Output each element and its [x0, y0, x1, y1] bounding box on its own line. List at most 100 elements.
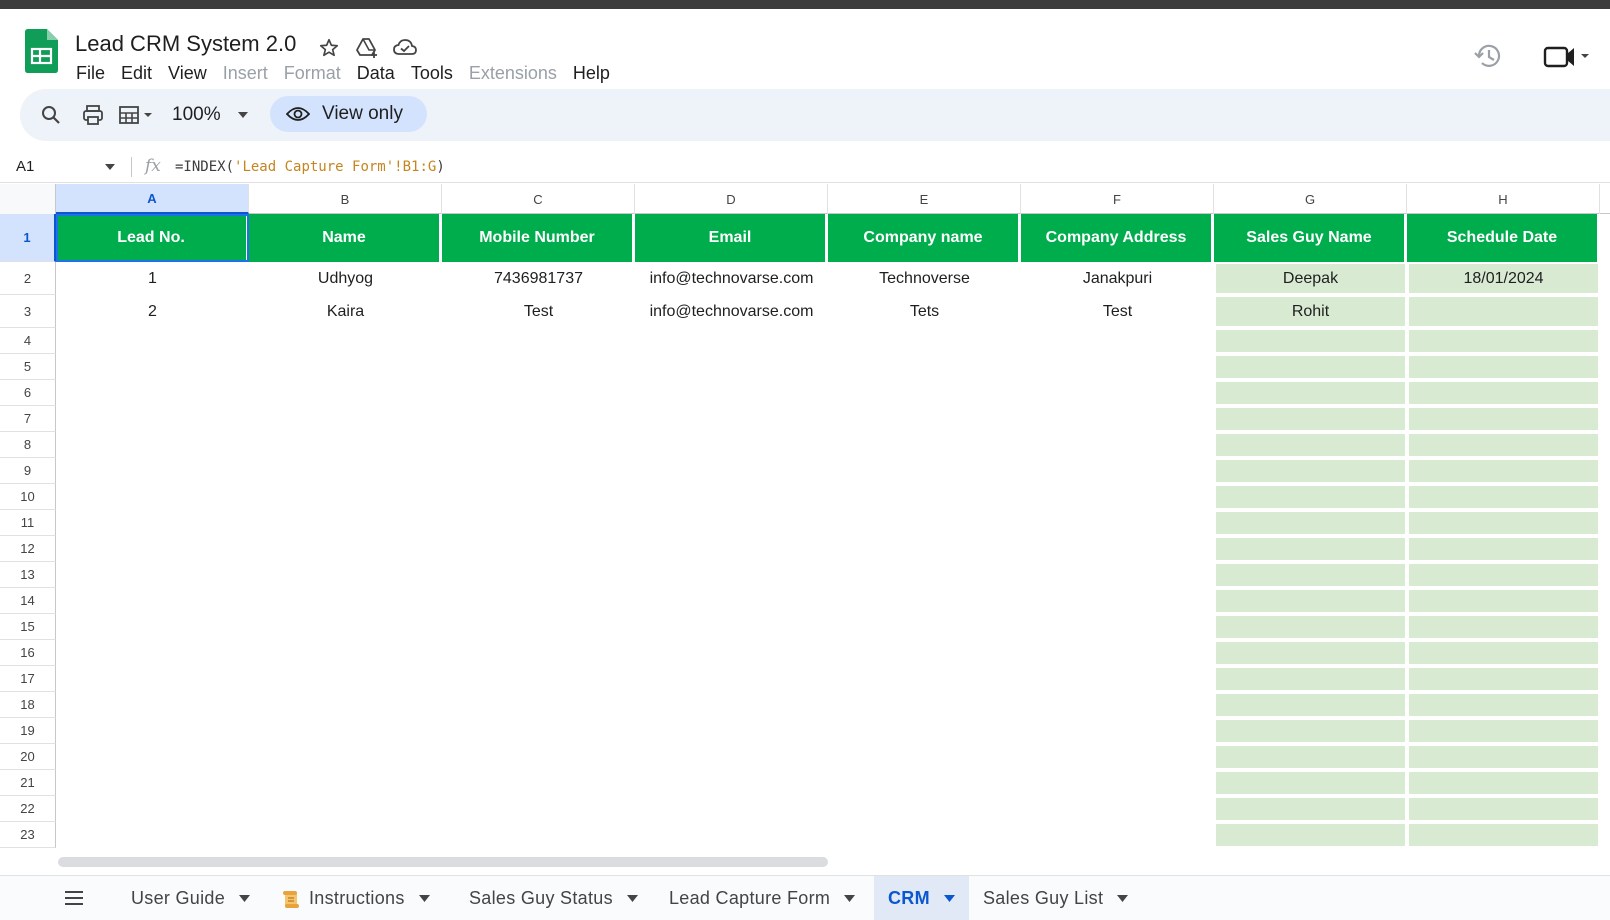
menu-extensions[interactable]: Extensions [461, 63, 565, 84]
table-cell[interactable]: Test [442, 295, 635, 328]
row-header-23[interactable]: 23 [0, 822, 56, 848]
row-header-9[interactable]: 9 [0, 458, 56, 484]
table-cell[interactable]: info@technovarse.com [635, 262, 828, 295]
row-header-17[interactable]: 17 [0, 666, 56, 692]
table-cell[interactable]: 1 [56, 262, 249, 295]
table-format-icon[interactable] [118, 102, 158, 128]
header-cell[interactable]: Mobile Number [442, 214, 635, 262]
row-header-7[interactable]: 7 [0, 406, 56, 432]
header-cell[interactable]: Company name [828, 214, 1021, 262]
row-header-14[interactable]: 14 [0, 588, 56, 614]
menu-view[interactable]: View [160, 63, 215, 84]
scroll-emoji-icon [283, 890, 299, 908]
row-header-12[interactable]: 12 [0, 536, 56, 562]
chevron-down-icon[interactable] [104, 163, 116, 171]
table-cell[interactable]: Janakpuri [1021, 262, 1214, 295]
print-icon[interactable] [82, 102, 104, 128]
row-header-3[interactable]: 3 [0, 295, 56, 328]
eye-icon [286, 107, 310, 121]
column-header-e[interactable]: E [828, 184, 1021, 214]
tab-crm[interactable]: CRM [874, 876, 969, 920]
column-header-b[interactable]: B [249, 184, 442, 214]
tab-user-guide[interactable]: User Guide [131, 876, 251, 920]
table-cell[interactable]: 7436981737 [442, 262, 635, 295]
row-header-19[interactable]: 19 [0, 718, 56, 744]
row-header-11[interactable]: 11 [0, 510, 56, 536]
table-cell[interactable]: Rohit [1214, 295, 1407, 328]
dropdown-cell-bg [1216, 356, 1405, 378]
spreadsheet-grid[interactable]: ABCDEFGH 1 2 3 4 5 6 7 8 9 10 11 12 13 14 15 16 17 18 19 20… [0, 184, 1610, 859]
version-history-icon[interactable] [1473, 41, 1503, 71]
fx-icon: fx [145, 156, 161, 176]
meet-icon[interactable] [1543, 43, 1593, 71]
all-sheets-menu-icon[interactable] [64, 889, 84, 907]
sheets-logo-icon[interactable] [25, 29, 58, 73]
move-to-drive-icon[interactable] [354, 35, 380, 61]
menu-tools[interactable]: Tools [403, 63, 461, 84]
menu-help[interactable]: Help [565, 63, 618, 84]
dropdown-cell-bg [1409, 408, 1598, 430]
select-all-corner[interactable] [0, 184, 56, 214]
toolbar: 100% View only [20, 89, 1610, 141]
dropdown-cell-bg [1409, 668, 1598, 690]
tab-lead-capture-form[interactable]: Lead Capture Form [669, 876, 856, 920]
column-header-c[interactable]: C [442, 184, 635, 214]
dropdown-cell-bg [1216, 798, 1405, 820]
column-header-f[interactable]: F [1021, 184, 1214, 214]
table-cell[interactable]: Test [1021, 295, 1214, 328]
column-header-g[interactable]: G [1214, 184, 1407, 214]
name-box[interactable]: A1 [16, 158, 34, 175]
table-cell[interactable]: Kaira [249, 295, 442, 328]
row-header-18[interactable]: 18 [0, 692, 56, 718]
table-cell[interactable]: Udhyog [249, 262, 442, 295]
menu-data[interactable]: Data [349, 63, 403, 84]
view-only-button[interactable]: View only [270, 96, 427, 132]
row-header-6[interactable]: 6 [0, 380, 56, 406]
header-cell[interactable]: Sales Guy Name [1214, 214, 1407, 262]
chevron-down-icon [844, 895, 856, 902]
tab-instructions[interactable]: Instructions [282, 876, 430, 920]
row-header-20[interactable]: 20 [0, 744, 56, 770]
menu-format[interactable]: Format [276, 63, 349, 84]
column-header-d[interactable]: D [635, 184, 828, 214]
row-header-10[interactable]: 10 [0, 484, 56, 510]
row-header-22[interactable]: 22 [0, 796, 56, 822]
table-cell[interactable]: Deepak [1214, 262, 1407, 295]
cloud-status-icon[interactable] [392, 35, 418, 61]
header-cell[interactable]: Lead No. [56, 214, 249, 262]
row-header-13[interactable]: 13 [0, 562, 56, 588]
star-icon[interactable] [316, 35, 342, 61]
table-cell[interactable] [1407, 295, 1600, 328]
menu-edit[interactable]: Edit [113, 63, 160, 84]
row-header-2[interactable]: 2 [0, 262, 56, 295]
header-cell[interactable]: Company Address [1021, 214, 1214, 262]
row-header-1[interactable]: 1 [0, 214, 56, 262]
row-header-21[interactable]: 21 [0, 770, 56, 796]
header-cell[interactable]: Name [249, 214, 442, 262]
menu-insert[interactable]: Insert [215, 63, 276, 84]
horizontal-scrollbar[interactable] [58, 857, 828, 867]
table-cell[interactable]: Tets [828, 295, 1021, 328]
table-cell[interactable]: Technoverse [828, 262, 1021, 295]
row-header-16[interactable]: 16 [0, 640, 56, 666]
header-cell[interactable]: Email [635, 214, 828, 262]
table-cell[interactable]: 2 [56, 295, 249, 328]
document-title[interactable]: Lead CRM System 2.0 [75, 31, 296, 57]
top-edge-bar [0, 0, 1610, 9]
table-cell[interactable]: 18/01/2024 [1407, 262, 1600, 295]
row-header-5[interactable]: 5 [0, 354, 56, 380]
menu-file[interactable]: File [68, 63, 113, 84]
row-header-4[interactable]: 4 [0, 328, 56, 354]
tab-sales-guy-list[interactable]: Sales Guy List [983, 876, 1129, 920]
row-header-8[interactable]: 8 [0, 432, 56, 458]
zoom-select[interactable]: 100% [172, 102, 249, 128]
row-header-15[interactable]: 15 [0, 614, 56, 640]
column-header-a[interactable]: A [56, 184, 249, 214]
column-header-h[interactable]: H [1407, 184, 1600, 214]
search-icon[interactable] [40, 102, 62, 128]
tab-sales-guy-status[interactable]: Sales Guy Status [469, 876, 638, 920]
tab-label: Sales Guy Status [469, 888, 613, 908]
formula-input[interactable]: =INDEX('Lead Capture Form'!B1:G) [175, 159, 445, 175]
header-cell[interactable]: Schedule Date [1407, 214, 1600, 262]
table-cell[interactable]: info@technovarse.com [635, 295, 828, 328]
